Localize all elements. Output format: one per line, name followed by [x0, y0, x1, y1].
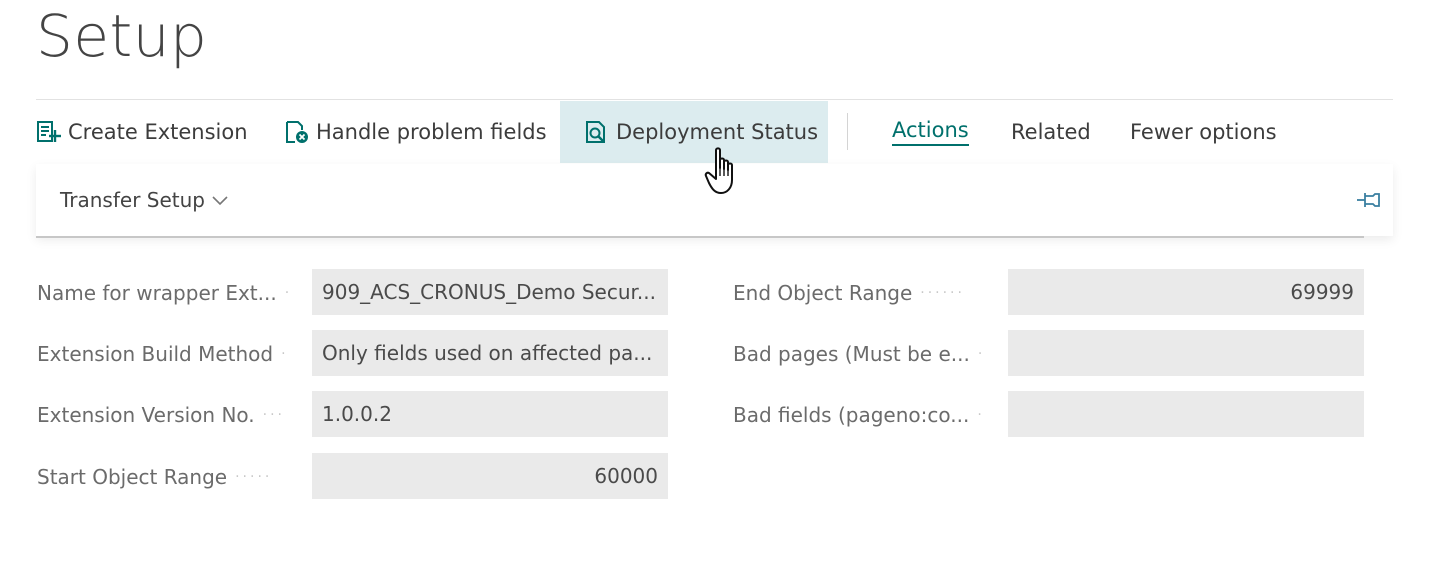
hand-cursor-icon	[704, 146, 748, 198]
fewer-options-button[interactable]: Fewer options	[1130, 101, 1277, 163]
handle-problem-fields-button[interactable]: Handle problem fields	[284, 101, 547, 163]
tab-related[interactable]: Related	[1011, 101, 1091, 163]
handle-problem-fields-icon	[284, 119, 310, 145]
page-title: Setup	[36, 2, 208, 70]
end-range-label-text: End Object Range	[733, 281, 913, 305]
build-method-label: Extension Build Method ·	[37, 331, 305, 377]
leader-dots: ·	[281, 346, 289, 362]
tab-actions[interactable]: Actions	[892, 101, 969, 163]
leader-dots: ···	[262, 407, 286, 423]
transfer-setup-menu[interactable]: Transfer Setup	[60, 164, 229, 236]
deployment-status-label: Deployment Status	[616, 120, 819, 144]
deployment-status-icon	[584, 119, 610, 145]
bad-fields-label-text: Bad fields (pageno:co...	[733, 403, 970, 427]
end-range-label: End Object Range ······	[733, 270, 1001, 316]
start-range-label: Start Object Range ·····	[37, 454, 305, 500]
bad-fields-label: Bad fields (pageno:co... ·	[733, 392, 1001, 438]
tab-actions-label: Actions	[892, 118, 969, 146]
bad-pages-field[interactable]	[1008, 330, 1364, 376]
bad-pages-label-text: Bad pages (Must be e...	[733, 342, 970, 366]
create-extension-label: Create Extension	[68, 120, 248, 144]
wrapper-name-label: Name for wrapper Ext... ·	[37, 270, 305, 316]
version-no-label-text: Extension Version No.	[37, 403, 255, 427]
build-method-label-text: Extension Build Method	[37, 342, 274, 366]
leader-dots: ·	[977, 346, 986, 362]
version-no-label: Extension Version No. ···	[37, 392, 305, 438]
deployment-status-button[interactable]: Deployment Status	[560, 101, 828, 163]
leader-dots: ·	[284, 285, 293, 301]
end-range-field[interactable]: 69999	[1008, 269, 1364, 315]
leader-dots: ·····	[235, 469, 273, 485]
tab-related-label: Related	[1011, 120, 1091, 144]
start-range-field[interactable]: 60000	[312, 453, 668, 499]
fewer-options-label: Fewer options	[1130, 120, 1277, 144]
build-method-field[interactable]: Only fields used on affected pa...	[312, 330, 668, 376]
start-range-label-text: Start Object Range	[37, 465, 228, 489]
bad-fields-field[interactable]	[1008, 391, 1364, 437]
setup-page: Setup Create Extension Handle problem fi…	[0, 0, 1430, 565]
action-divider	[847, 113, 848, 150]
create-extension-button[interactable]: Create Extension	[36, 101, 248, 163]
wrapper-name-field[interactable]: 909_ACS_CRONUS_Demo Secur...	[312, 269, 668, 315]
handle-problem-fields-label: Handle problem fields	[316, 120, 547, 144]
version-no-field[interactable]: 1.0.0.2	[312, 391, 668, 437]
leader-dots: ·	[977, 407, 985, 423]
leader-dots: ······	[920, 285, 965, 301]
pin-icon[interactable]	[1355, 188, 1383, 212]
create-extension-icon	[36, 119, 62, 145]
chevron-down-icon	[211, 194, 229, 206]
bad-pages-label: Bad pages (Must be e... ·	[733, 331, 1001, 377]
transfer-setup-label: Transfer Setup	[60, 188, 205, 212]
wrapper-name-label-text: Name for wrapper Ext...	[37, 281, 277, 305]
sub-bar-divider	[36, 236, 1364, 238]
